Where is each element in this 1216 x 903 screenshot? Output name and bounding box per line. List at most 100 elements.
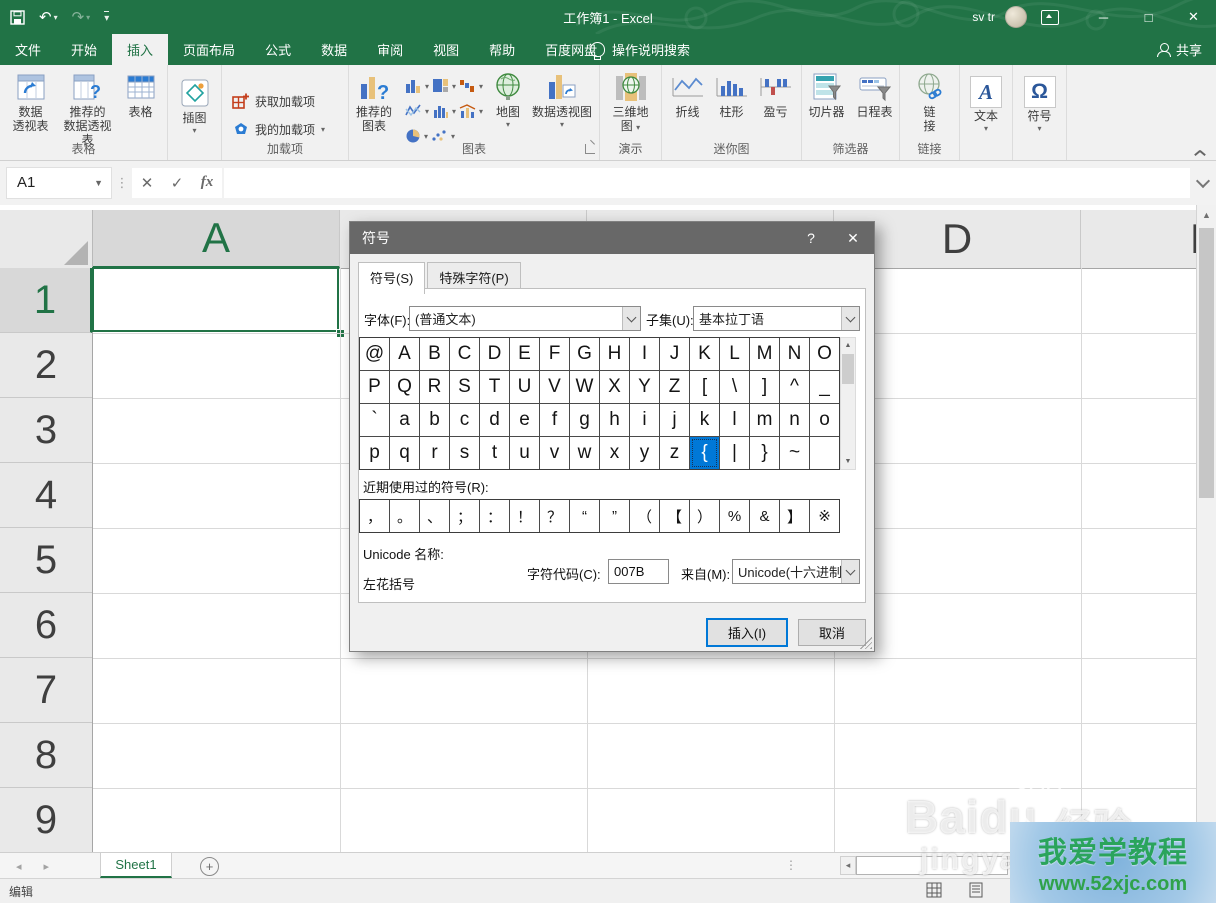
char-cell-P[interactable]: P [360,371,389,403]
insert-button[interactable]: 插入(I) [706,618,788,647]
dialog-titlebar[interactable]: 符号 ? ✕ [350,222,874,254]
char-cell-g[interactable]: g [570,404,599,436]
get-addins-button[interactable]: 获取加载项 [232,87,315,115]
char-cell-blank[interactable] [810,437,839,469]
char-cell-M[interactable]: M [750,338,779,370]
recent-symbol-cell-12[interactable]: % [720,500,749,532]
char-cell-^[interactable]: ^ [780,371,809,403]
recent-symbol-cell-15[interactable]: ※ [810,500,839,532]
insert-stock-chart-button[interactable] [405,103,422,118]
insert-hierarchy-chart-button[interactable] [432,78,449,93]
row-header-1[interactable]: 1 [0,268,92,333]
insert-combo-chart-button[interactable] [459,103,476,118]
ribbon-tab-插入[interactable]: 插入 [112,34,168,65]
sheet-nav-right-icon[interactable]: ▸ [44,860,50,873]
char-cell-t[interactable]: t [480,437,509,469]
char-cell-H[interactable]: H [600,338,629,370]
char-cell-e[interactable]: e [510,404,539,436]
signed-in-user[interactable]: sv tr [972,10,995,24]
char-cell-G[interactable]: G [570,338,599,370]
char-cell-Z[interactable]: Z [660,371,689,403]
dialog-close-button[interactable]: ✕ [832,222,874,254]
row-header-9[interactable]: 9 [0,788,92,853]
char-cell-I[interactable]: I [630,338,659,370]
char-cell-y[interactable]: y [630,437,659,469]
undo-button[interactable]: ↶▾ [39,8,58,26]
maximize-button[interactable]: □ [1126,0,1171,34]
tell-me-search[interactable]: 操作说明搜索 [590,34,690,65]
ribbon-tab-开始[interactable]: 开始 [56,34,112,65]
customize-qat-button[interactable]: ▾ [104,11,109,24]
enter-entry-button[interactable]: ✓ [162,168,192,198]
char-cell-L[interactable]: L [720,338,749,370]
char-cell-N[interactable]: N [780,338,809,370]
dialog-resize-grip[interactable] [860,637,872,649]
my-addins-button[interactable]: 我的加载项 ▾ [232,115,325,143]
char-cell-l[interactable]: l [720,404,749,436]
undo-dropdown-caret[interactable]: ▾ [54,13,58,22]
horizontal-scroll-thumb[interactable] [856,856,1008,875]
char-cell-W[interactable]: W [570,371,599,403]
insert-waterfall-chart-button[interactable] [459,78,476,93]
from-dropdown-button[interactable] [841,560,859,583]
ribbon-tab-数据[interactable]: 数据 [306,34,362,65]
char-cell-S[interactable]: S [450,371,479,403]
char-cell-v[interactable]: v [540,437,569,469]
recent-symbol-cell-6[interactable]: ？ [540,500,569,532]
char-cell-`[interactable]: ` [360,404,389,436]
char-cell-V[interactable]: V [540,371,569,403]
character-code-input[interactable] [608,559,669,584]
recent-symbol-cell-8[interactable]: ” [600,500,629,532]
char-cell-h[interactable]: h [600,404,629,436]
recent-symbol-cell-9[interactable]: （ [630,500,659,532]
symbols-button[interactable]: Ω 符号 ▾ [1017,70,1063,160]
ribbon-tab-帮助[interactable]: 帮助 [474,34,530,65]
char-cell-][interactable]: ] [750,371,779,403]
select-all-corner[interactable] [0,210,93,268]
column-header-E[interactable]: E [1081,210,1196,268]
recent-symbol-cell-4[interactable]: ： [480,500,509,532]
char-cell-B[interactable]: B [420,338,449,370]
ribbon-tab-页面布局[interactable]: 页面布局 [168,34,250,65]
subset-combobox[interactable]: 基本拉丁语 [693,306,860,331]
char-cell-w[interactable]: w [570,437,599,469]
char-cell-n[interactable]: n [780,404,809,436]
char-cell-~[interactable]: ~ [780,437,809,469]
char-cell-{[interactable]: { [690,437,719,469]
char-cell-q[interactable]: q [390,437,419,469]
char-cell-Q[interactable]: Q [390,371,419,403]
char-cell-R[interactable]: R [420,371,449,403]
char-cell-@[interactable]: @ [360,338,389,370]
insert-column-chart-button[interactable] [405,78,422,93]
char-cell-j[interactable]: j [660,404,689,436]
recent-symbol-cell-10[interactable]: 【 [660,500,689,532]
sheet-nav-left-icon[interactable]: ◂ [16,860,22,873]
char-cell-A[interactable]: A [390,338,419,370]
row-header-3[interactable]: 3 [0,398,92,463]
recent-symbol-cell-0[interactable]: ， [360,500,389,532]
char-cell-O[interactable]: O [810,338,839,370]
char-cell-X[interactable]: X [600,371,629,403]
row-header-6[interactable]: 6 [0,593,92,658]
ribbon-tab-视图[interactable]: 视图 [418,34,474,65]
recent-symbol-cell-5[interactable]: ！ [510,500,539,532]
char-cell-f[interactable]: f [540,404,569,436]
char-cell-|[interactable]: | [720,437,749,469]
recent-symbol-cell-13[interactable]: & [750,500,779,532]
char-grid-scrollbar[interactable]: ▲ ▼ [840,337,856,470]
char-cell-_[interactable]: _ [810,371,839,403]
name-box[interactable]: A1 ▼ [6,167,112,199]
cancel-entry-button[interactable]: ✕ [132,168,162,198]
char-cell-U[interactable]: U [510,371,539,403]
char-cell-r[interactable]: r [420,437,449,469]
char-cell-F[interactable]: F [540,338,569,370]
insert-bar-chart-button[interactable] [432,103,449,118]
tab-symbols[interactable]: 符号(S) [358,262,425,294]
expand-formula-bar-button[interactable] [1190,168,1216,198]
font-dropdown-button[interactable] [622,307,640,330]
recent-symbol-cell-3[interactable]: ； [450,500,479,532]
recent-symbol-cell-2[interactable]: 、 [420,500,449,532]
share-button[interactable]: 共享 [1157,34,1202,65]
char-cell-x[interactable]: x [600,437,629,469]
recent-symbol-cell-14[interactable]: 】 [780,500,809,532]
